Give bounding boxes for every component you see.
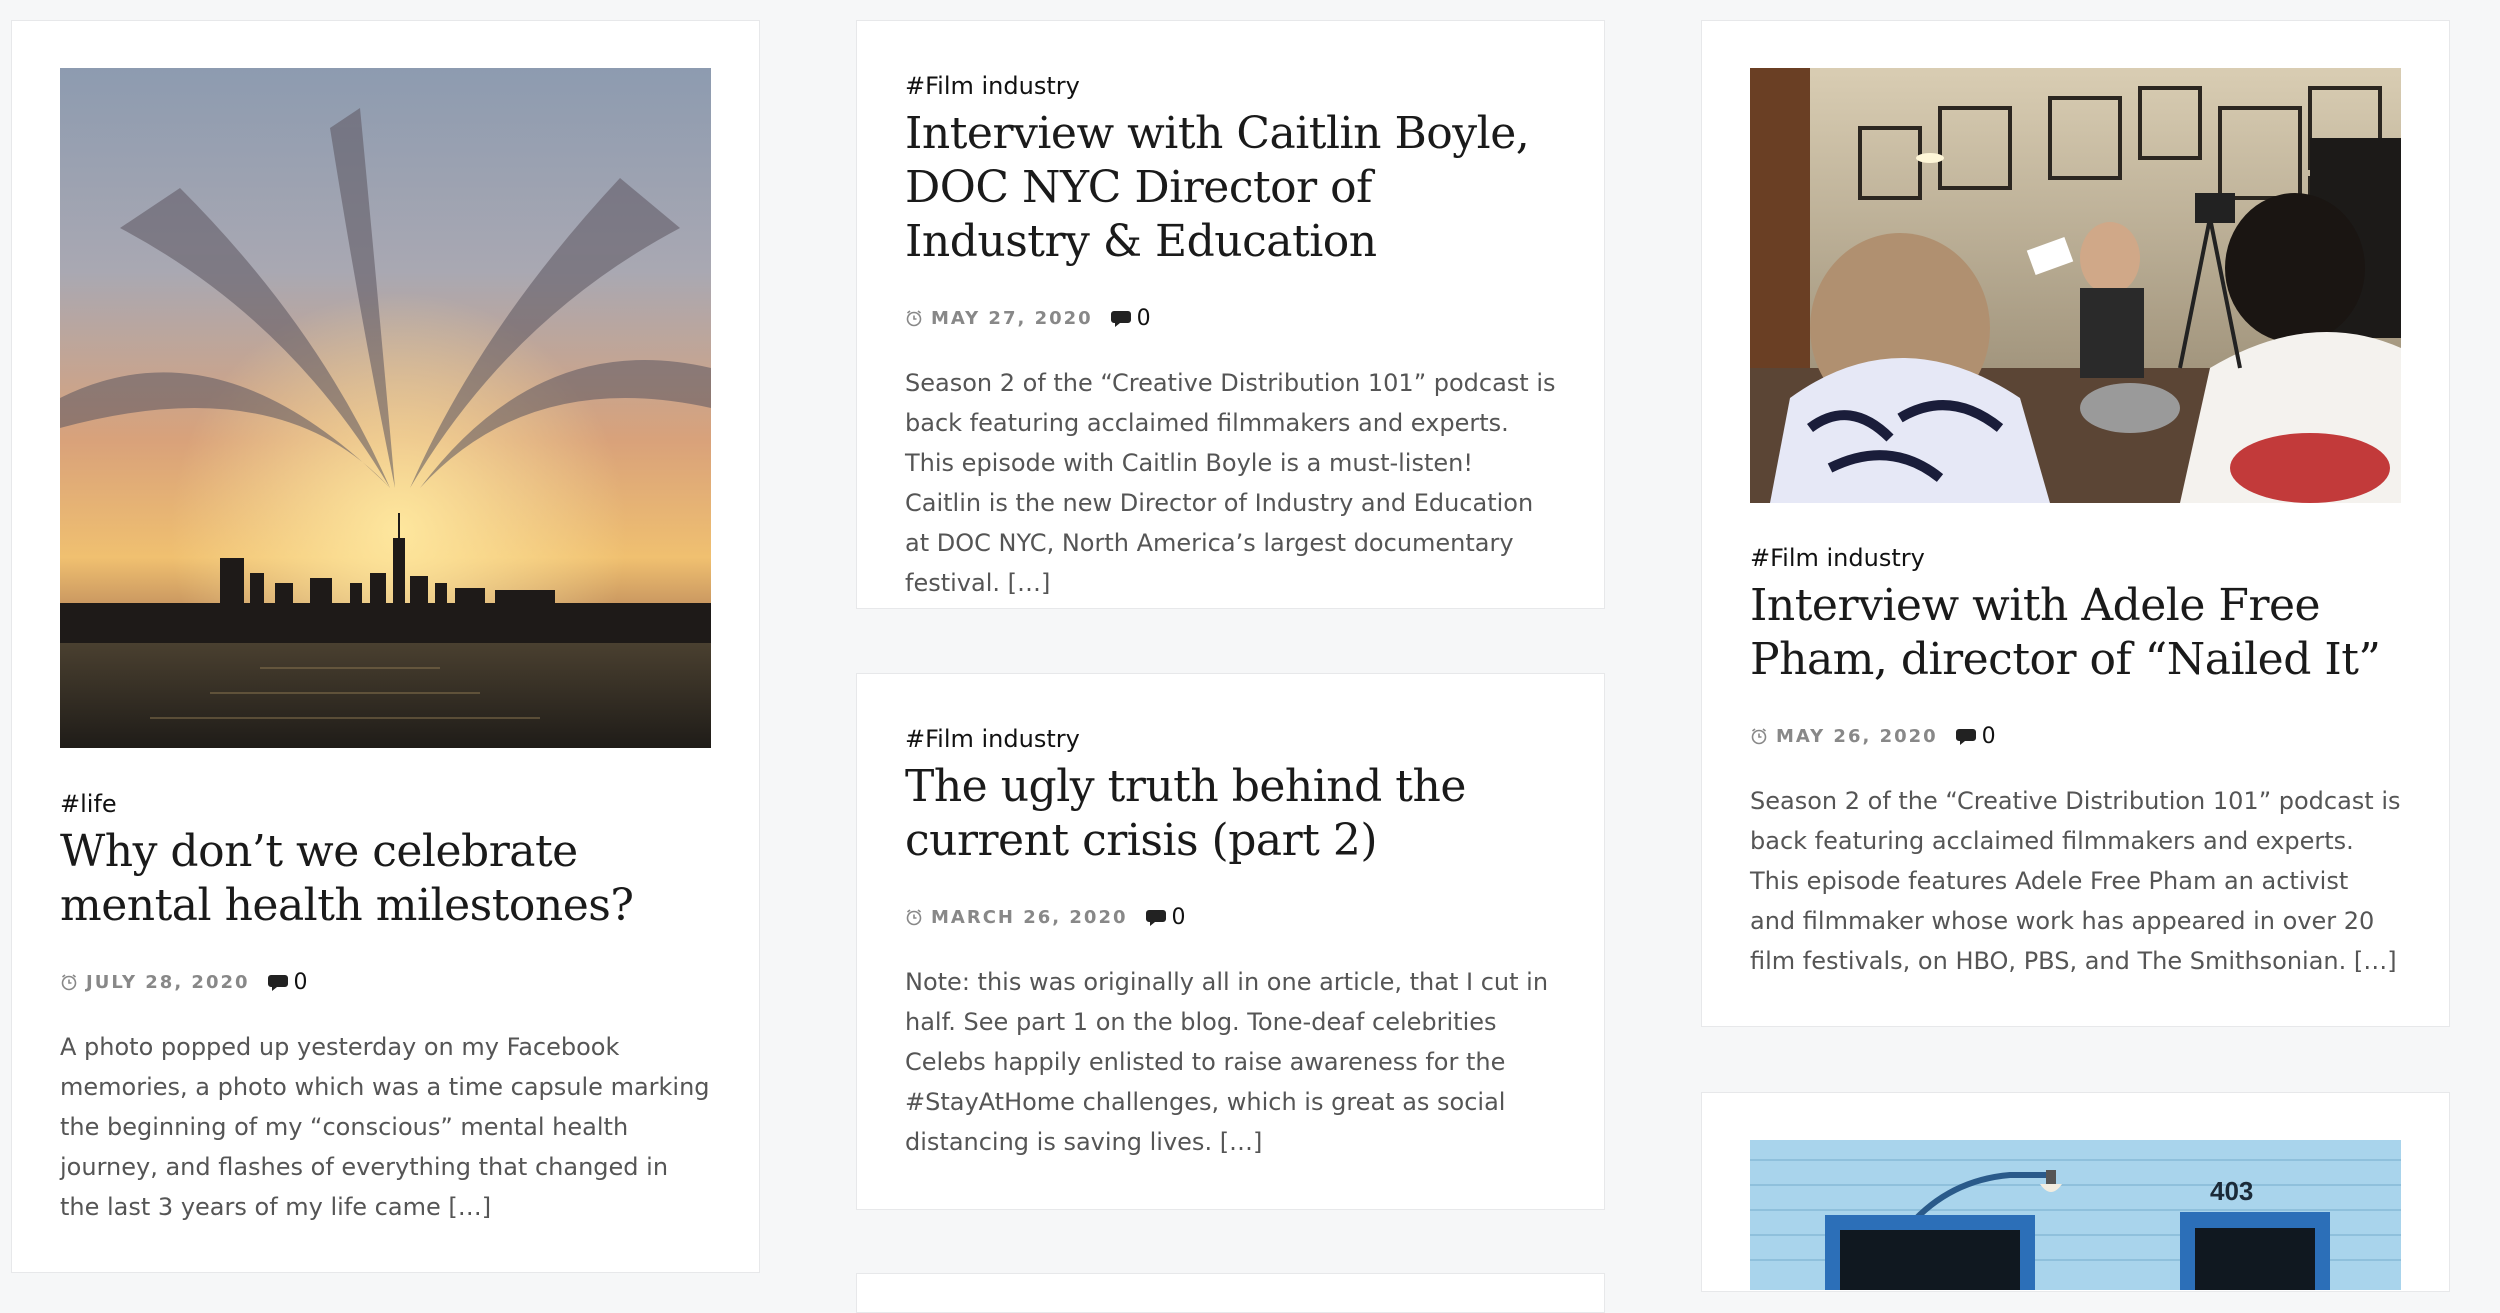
post-title[interactable]: Interview with Caitlin Boyle, DOC NYC Di… (905, 107, 1556, 269)
post-title[interactable]: Interview with Adele Free Pham, director… (1750, 579, 2401, 687)
clock-icon (906, 310, 922, 327)
clock-icon (906, 909, 922, 926)
post-title[interactable]: Why don’t we celebrate mental health mil… (60, 825, 711, 933)
clock-icon (1751, 728, 1767, 745)
comment-icon (1145, 910, 1166, 926)
post-thumbnail[interactable]: 403 (1750, 1140, 2401, 1290)
post-excerpt: Note: this was originally all in one art… (905, 968, 1549, 1156)
comment-count[interactable]: 0 (1172, 905, 1186, 930)
post-date: JULY 28, 2020 (86, 971, 250, 993)
comment-count[interactable]: 0 (1137, 306, 1151, 331)
post-date: MARCH 26, 2020 (931, 906, 1128, 928)
post-category-link[interactable]: #life (60, 789, 711, 819)
post-excerpt: Season 2 of the “Creative Distribution 1… (1750, 787, 2401, 975)
comment-icon (1955, 729, 1976, 745)
blue-building-image: 403 (1750, 1140, 2401, 1290)
clock-icon (61, 974, 77, 991)
post-thumbnail[interactable] (60, 68, 711, 748)
comment-icon (267, 975, 288, 991)
post-card: #life Why don’t we celebrate mental heal… (11, 20, 760, 1273)
post-excerpt: Season 2 of the “Creative Distribution 1… (905, 369, 1556, 597)
post-excerpt: A photo popped up yesterday on my Facebo… (60, 1033, 710, 1221)
comment-count[interactable]: 0 (294, 970, 308, 995)
film-set-image (1750, 68, 2401, 503)
comment-count[interactable]: 0 (1982, 724, 1996, 749)
post-card: #Film industry Interview with Adele Free… (1701, 20, 2450, 1027)
post-title[interactable]: The ugly truth behind the current crisis… (905, 760, 1556, 868)
post-meta: MAY 26, 2020 0 (1750, 721, 2401, 751)
post-category-link[interactable]: #Film industry (1750, 543, 2401, 573)
post-date: MAY 27, 2020 (931, 307, 1093, 329)
address-number: 403 (2210, 1176, 2253, 1206)
comment-icon (1110, 311, 1131, 327)
post-card: #Film industry Interview with Caitlin Bo… (856, 20, 1605, 609)
post-card: 403 (1701, 1092, 2450, 1292)
post-card: #Film industry The ugly truth behind the… (856, 673, 1605, 1210)
post-card (856, 1273, 1605, 1313)
post-meta: MARCH 26, 2020 0 (905, 902, 1556, 932)
post-date: MAY 26, 2020 (1776, 725, 1938, 747)
post-meta: JULY 28, 2020 0 (60, 967, 711, 997)
sunset-skyline-image (60, 68, 711, 748)
post-thumbnail[interactable] (1750, 68, 2401, 503)
post-meta: MAY 27, 2020 0 (905, 303, 1556, 333)
post-category-link[interactable]: #Film industry (905, 724, 1556, 754)
post-category-link[interactable]: #Film industry (905, 71, 1556, 101)
